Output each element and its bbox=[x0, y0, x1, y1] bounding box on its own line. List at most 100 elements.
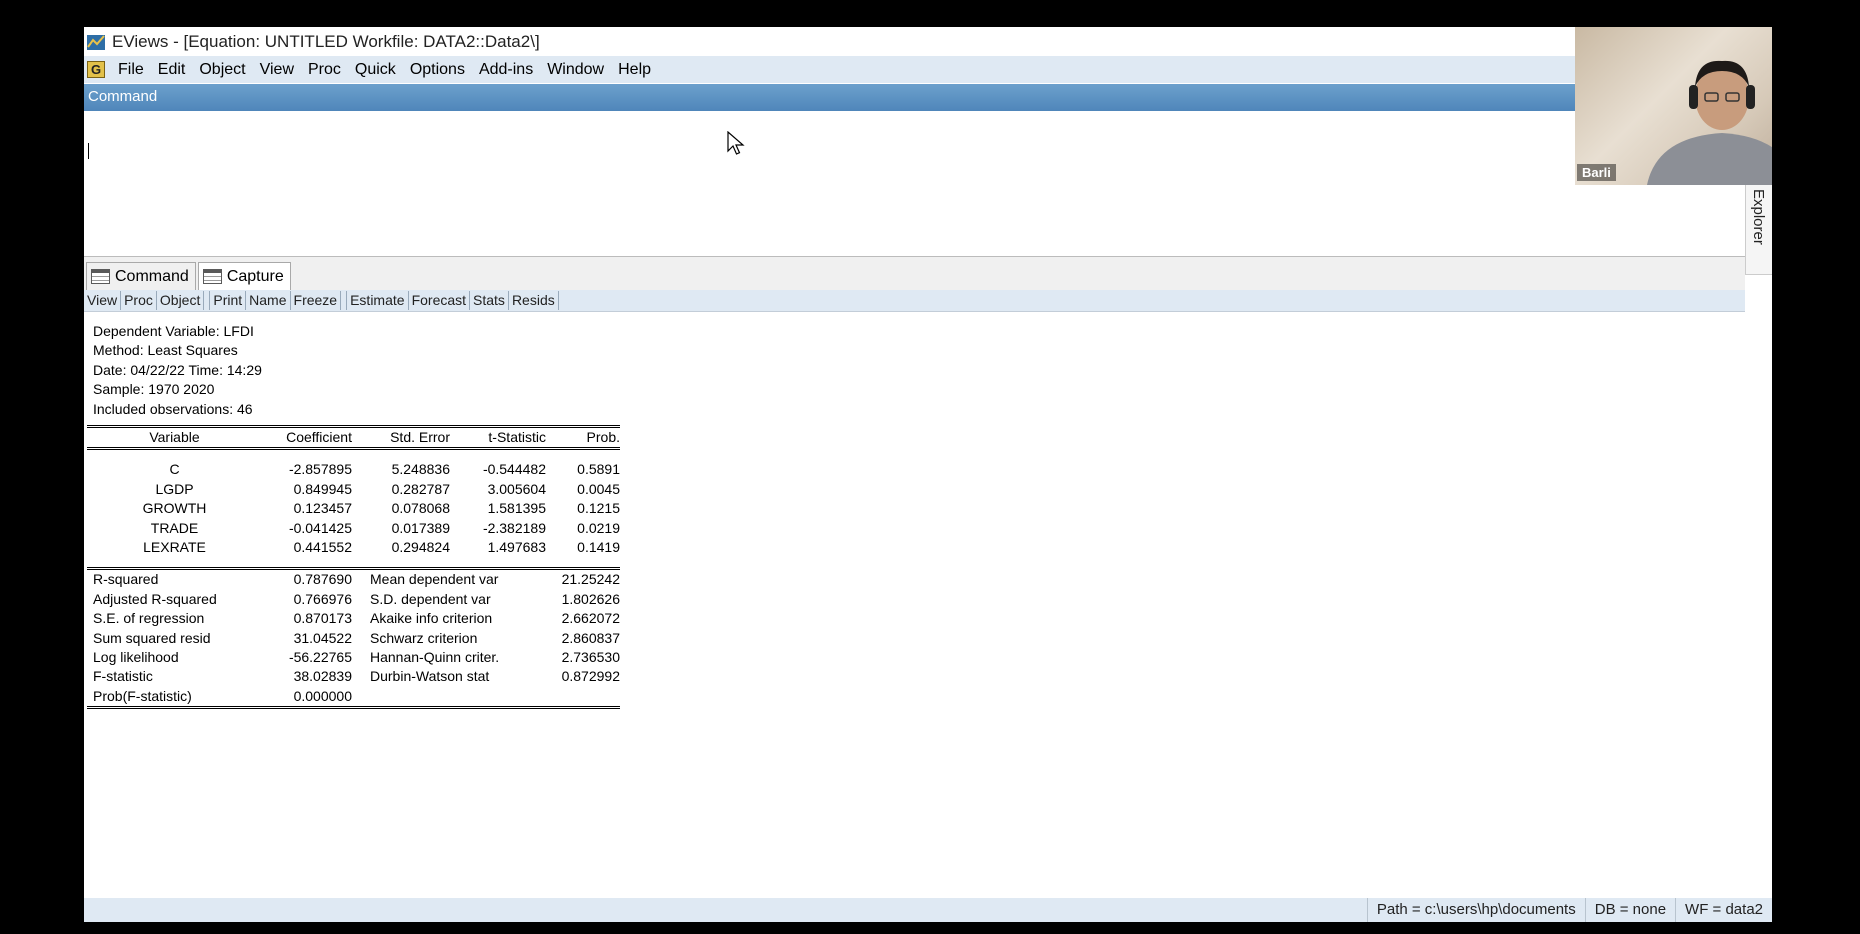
freeze-button[interactable]: Freeze bbox=[291, 291, 342, 310]
name-button[interactable]: Name bbox=[246, 291, 291, 310]
participant-video-icon bbox=[1647, 60, 1772, 185]
std-error-cell: 0.017389 bbox=[391, 519, 450, 536]
stat-label: Akaike info criterion bbox=[370, 610, 493, 627]
menu-object[interactable]: Object bbox=[192, 56, 252, 83]
stat-value: 1.802626 bbox=[561, 590, 620, 607]
status-bar: Path = c:\users\hp\documents DB = none W… bbox=[84, 898, 1772, 922]
window-icon bbox=[202, 269, 222, 284]
equation-toolbar: View Proc Object Print Name Freeze Estim… bbox=[84, 290, 1745, 312]
table-row: LEXRATE 0.441552 0.294824 1.497683 0.141… bbox=[87, 538, 620, 557]
std-error-cell: 0.282787 bbox=[391, 480, 450, 497]
dependent-variable-line: Dependent Variable: LFDI bbox=[93, 323, 254, 339]
stat-value: 0.766976 bbox=[293, 590, 352, 607]
method-line: Method: Least Squares bbox=[93, 342, 238, 359]
menu-edit[interactable]: Edit bbox=[151, 56, 193, 83]
prob-cell: 0.5891 bbox=[577, 461, 620, 478]
window-icon bbox=[91, 269, 110, 284]
tab-capture-label: Capture bbox=[226, 267, 284, 285]
stats-button[interactable]: Stats bbox=[470, 291, 509, 310]
window-title: EViews - [Equation: UNTITLED Workfile: D… bbox=[112, 31, 540, 51]
coefficient-cell: -2.857895 bbox=[288, 461, 352, 478]
std-error-cell: 0.294824 bbox=[391, 539, 450, 556]
t-stat-cell: 3.005604 bbox=[487, 480, 546, 497]
date-line: Date: 04/22/22 Time: 14:29 bbox=[93, 361, 262, 378]
stat-value: -56.22765 bbox=[288, 649, 352, 666]
menu-window[interactable]: Window bbox=[540, 56, 611, 83]
t-stat-cell: 1.581395 bbox=[487, 500, 546, 517]
table-row: C -2.857895 5.248836 -0.544482 0.5891 bbox=[87, 460, 620, 479]
command-capture-tabs: Command Capture bbox=[84, 257, 1745, 290]
mouse-pointer-icon bbox=[727, 131, 745, 155]
separator bbox=[87, 447, 620, 461]
stat-value: 0.787690 bbox=[262, 567, 352, 590]
title-bar: EViews - [Equation: UNTITLED Workfile: D… bbox=[84, 27, 1772, 56]
observations-line: Included observations: 46 bbox=[93, 400, 253, 417]
column-header: Variable bbox=[87, 424, 262, 449]
menu-proc[interactable]: Proc bbox=[301, 56, 348, 83]
tab-command-label: Command bbox=[115, 267, 189, 285]
column-header: Std. Error bbox=[352, 424, 450, 449]
table-header-row: Variable Coefficient Std. Error t-Statis… bbox=[87, 424, 620, 449]
table-row: LGDP 0.849945 0.282787 3.005604 0.0045 bbox=[87, 480, 620, 499]
menu-options[interactable]: Options bbox=[403, 56, 472, 83]
view-button[interactable]: View bbox=[84, 291, 122, 310]
command-input[interactable] bbox=[84, 111, 1745, 257]
t-stat-cell: -2.382189 bbox=[482, 519, 546, 536]
stat-label: Sum squared resid bbox=[93, 629, 211, 646]
sample-line: Sample: 1970 2020 bbox=[93, 381, 215, 398]
table-row: GROWTH 0.123457 0.078068 1.581395 0.1215 bbox=[87, 499, 620, 518]
coefficient-cell: 0.441552 bbox=[293, 539, 352, 556]
stat-label: Prob(F-statistic) bbox=[87, 686, 262, 710]
status-db: DB = none bbox=[1584, 898, 1675, 922]
status-wf: WF = data2 bbox=[1675, 898, 1772, 922]
prob-cell: 0.1419 bbox=[577, 539, 620, 556]
column-header: t-Statistic bbox=[450, 424, 546, 449]
menu-file[interactable]: File bbox=[111, 56, 151, 83]
prob-cell: 0.0219 bbox=[577, 519, 620, 536]
stats-row: Adjusted R-squared 0.766976 S.D. depende… bbox=[87, 590, 620, 609]
participant-name: Barli bbox=[1577, 164, 1616, 181]
stat-value bbox=[546, 686, 620, 710]
coefficient-cell: -0.041425 bbox=[288, 519, 352, 536]
stats-row: S.E. of regression 0.870173 Akaike info … bbox=[87, 609, 620, 628]
stat-value: 0.000000 bbox=[262, 686, 352, 710]
eviews-window: EViews - [Equation: UNTITLED Workfile: D… bbox=[84, 27, 1772, 922]
explorer-label: Explorer bbox=[1750, 189, 1767, 245]
separator bbox=[87, 557, 620, 569]
estimate-button[interactable]: Estimate bbox=[346, 291, 409, 310]
resids-button[interactable]: Resids bbox=[509, 291, 559, 310]
estimation-output: Dependent Variable: LFDI Method: Least S… bbox=[84, 313, 1745, 922]
menu-help[interactable]: Help bbox=[611, 56, 658, 83]
stats-row: Prob(F-statistic) 0.000000 bbox=[87, 686, 620, 710]
t-stat-cell: -0.544482 bbox=[482, 461, 546, 478]
menu-bar: G File Edit Object View Proc Quick Optio… bbox=[84, 56, 1772, 83]
menu-view[interactable]: View bbox=[253, 56, 301, 83]
column-header: Prob. bbox=[546, 424, 620, 449]
stat-label: Schwarz criterion bbox=[370, 629, 478, 646]
variable-cell: LGDP bbox=[155, 480, 194, 497]
stat-value: 2.662072 bbox=[561, 610, 620, 627]
stat-label: Hannan-Quinn criter. bbox=[370, 649, 500, 666]
stat-label: Mean dependent var bbox=[352, 567, 546, 590]
stats-row: Log likelihood -56.22765 Hannan-Quinn cr… bbox=[87, 648, 620, 667]
std-error-cell: 5.248836 bbox=[391, 461, 450, 478]
coefficient-cell: 0.849945 bbox=[293, 480, 352, 497]
variable-cell: TRADE bbox=[150, 519, 199, 536]
tab-capture[interactable]: Capture bbox=[197, 262, 291, 290]
stat-label bbox=[352, 686, 546, 710]
table-row: TRADE -0.041425 0.017389 -2.382189 0.021… bbox=[87, 519, 620, 538]
menu-quick[interactable]: Quick bbox=[348, 56, 403, 83]
proc-button[interactable]: Proc bbox=[121, 291, 157, 310]
g-menu-icon[interactable]: G bbox=[87, 61, 105, 78]
stat-value: 31.04522 bbox=[293, 629, 352, 646]
menu-add-ins[interactable]: Add-ins bbox=[472, 56, 540, 83]
stat-value: 2.860837 bbox=[561, 629, 620, 646]
command-pane-header: Command bbox=[84, 84, 1772, 111]
print-button[interactable]: Print bbox=[209, 291, 247, 310]
tab-command[interactable]: Command bbox=[86, 262, 196, 290]
stat-label: Adjusted R-squared bbox=[93, 590, 217, 607]
stat-value: 0.872992 bbox=[561, 668, 620, 685]
prob-cell: 0.1215 bbox=[577, 500, 620, 517]
forecast-button[interactable]: Forecast bbox=[409, 291, 471, 310]
object-button[interactable]: Object bbox=[157, 291, 205, 310]
